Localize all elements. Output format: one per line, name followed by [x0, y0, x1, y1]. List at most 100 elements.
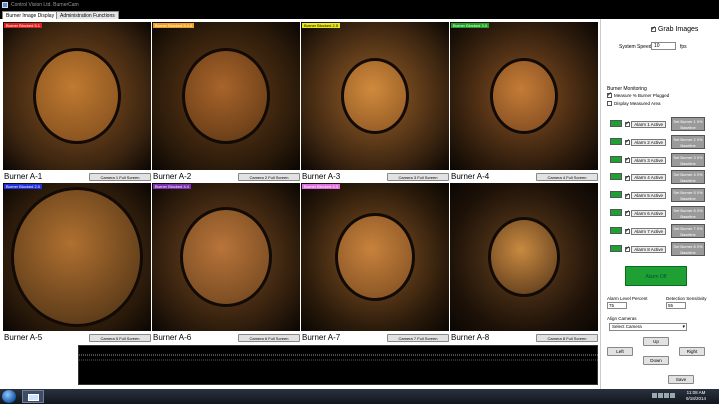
alarm-status-led [610, 155, 622, 163]
alarm-active-checkbox[interactable]: Alarm 3 Active [625, 156, 667, 164]
alarm-active-checkbox[interactable]: Alarm 4 Active [625, 174, 667, 182]
start-button-icon[interactable] [2, 390, 16, 403]
camera-full-screen-button[interactable]: Camera 3 Full Screen [387, 173, 449, 181]
alarm-active-label: Alarm 3 Active [631, 156, 667, 164]
burner-view [488, 217, 560, 297]
camera-feed [301, 22, 449, 170]
app-icon [2, 2, 8, 8]
camera-feed [152, 22, 300, 170]
camera-name-label: Burner A-6 [153, 333, 192, 342]
volume-icon[interactable] [664, 393, 669, 398]
signal-trace [79, 354, 599, 361]
alarm-status-led [610, 120, 622, 127]
alarm-status-led [610, 226, 622, 234]
window-title: Control Vision Ltd. BurnerCam [11, 2, 79, 8]
blocked-status-badge: Burner Blocked 3.0 [451, 23, 490, 28]
set-baseline-button[interactable]: Set Burner 5 0% Baseline [671, 188, 705, 203]
camera-full-screen-button[interactable]: Camera 1 Full Screen [89, 173, 151, 181]
grab-images-check-icon [651, 25, 656, 32]
signal-display [78, 345, 599, 385]
title-bar: Control Vision Ltd. BurnerCam [0, 0, 719, 11]
alarm-row: Alarm 4 Active Set Burner 4 0% Baseline [610, 170, 718, 185]
window-icon [28, 394, 39, 401]
save-button[interactable]: Save [668, 375, 694, 384]
control-panel: Grab Images System Speed 10 fps Burner M… [600, 19, 719, 389]
taskbar: 11:08 AM 9/18/2014 [0, 389, 719, 404]
taskbar-app-button[interactable] [22, 390, 44, 403]
align-right-button[interactable]: Right [679, 347, 705, 356]
camera-full-screen-button[interactable]: Camera 4 Full Screen [536, 173, 598, 181]
alarm-row: Alarm 5 Active Set Burner 5 0% Baseline [610, 188, 718, 203]
alarm-active-label: Alarm 7 Active [631, 227, 667, 235]
system-tray [652, 393, 682, 400]
detection-sensitivity-label: Detection Sensitivity [666, 296, 707, 301]
display-area-checkbox[interactable]: Display Measured Area [607, 101, 661, 107]
network-icon[interactable] [670, 393, 675, 398]
alarm-active-checkbox[interactable]: Alarm 1 Active [625, 120, 667, 128]
alarm-active-checkbox[interactable]: Alarm 2 Active [625, 138, 667, 146]
alarm-status-led [610, 137, 622, 145]
tab-administration-functions[interactable]: Administration Functions [56, 11, 119, 19]
align-up-button[interactable]: Up [643, 337, 669, 346]
grab-images-checkbox[interactable]: Grab Images [651, 25, 699, 33]
system-speed-input[interactable]: 10 [651, 42, 676, 50]
camera-feed [450, 183, 598, 331]
set-baseline-button[interactable]: Set Burner 8 0% Baseline [671, 241, 705, 256]
alarm-active-checkbox[interactable]: Alarm 6 Active [625, 209, 667, 217]
alarm-check-icon [625, 192, 630, 199]
alarm-check-icon [625, 138, 630, 146]
tray-icon[interactable] [658, 393, 663, 398]
set-baseline-button[interactable]: Set Burner 1 0% Baseline [671, 117, 705, 131]
alarm-status-led [610, 209, 622, 216]
set-baseline-button[interactable]: Set Burner 7 0% Baseline [671, 223, 705, 238]
alarm-check-icon [625, 227, 630, 235]
alarm-active-checkbox[interactable]: Alarm 8 Active [625, 245, 667, 253]
alarm-active-label: Alarm 6 Active [631, 210, 667, 217]
camera-name-label: Burner A-5 [4, 333, 43, 342]
alarm-check-icon [625, 120, 630, 128]
alarm-active-checkbox[interactable]: Alarm 7 Active [625, 227, 667, 235]
burner-view [182, 48, 270, 144]
set-baseline-button[interactable]: Set Burner 2 0% Baseline [671, 134, 705, 149]
camera-full-screen-button[interactable]: Camera 6 Full Screen [238, 334, 300, 342]
set-baseline-button[interactable]: Set Burner 3 0% Baseline [671, 152, 705, 167]
tab-burner-image-display[interactable]: Burner Image Display [2, 11, 59, 19]
set-baseline-button[interactable]: Set Burner 4 0% Baseline [671, 170, 705, 185]
camera-select-value: Select Camera [612, 324, 642, 329]
measure-plugged-checkbox[interactable]: Measure % Burner Plugged [607, 91, 670, 99]
camera-select[interactable]: Select Camera ▾ [609, 323, 687, 331]
detection-sensitivity-stepper[interactable]: 55 [666, 302, 686, 309]
alarm-active-checkbox[interactable]: Alarm 5 Active [625, 192, 667, 200]
camera-feed [3, 183, 151, 331]
alarm-row: Alarm 8 Active Set Burner 8 0% Baseline [610, 241, 718, 256]
alarm-row: Alarm 6 Active Set Burner 6 0% Baseline [610, 206, 718, 220]
burner-view [11, 187, 143, 327]
burner-view [490, 58, 558, 134]
alarm-off-button[interactable]: Alarm Off [625, 266, 687, 286]
taskbar-clock[interactable]: 11:08 AM 9/18/2014 [686, 390, 706, 402]
camera-feed [301, 183, 449, 331]
alarm-row: Alarm 7 Active Set Burner 7 0% Baseline [610, 223, 718, 238]
clock-date: 9/18/2014 [686, 396, 707, 401]
tray-icon[interactable] [652, 393, 657, 398]
camera-full-screen-button[interactable]: Camera 7 Full Screen [387, 334, 449, 342]
alarm-status-led [610, 173, 622, 181]
alarm-level-stepper[interactable]: 75 [607, 302, 627, 309]
system-speed-unit: fps [680, 44, 687, 50]
burner-view [180, 207, 272, 307]
camera-full-screen-button[interactable]: Camera 2 Full Screen [238, 173, 300, 181]
alarm-active-label: Alarm 1 Active [631, 121, 667, 128]
camera-name-label: Burner A-3 [302, 172, 341, 181]
system-speed-label: System Speed [619, 44, 652, 50]
camera-full-screen-button[interactable]: Camera 8 Full Screen [536, 334, 598, 342]
measure-plugged-label: Measure % Burner Plugged [614, 93, 670, 98]
display-area-label: Display Measured Area [614, 101, 661, 106]
align-left-button[interactable]: Left [607, 347, 633, 356]
set-baseline-button[interactable]: Set Burner 6 0% Baseline [671, 206, 705, 220]
alarm-active-label: Alarm 8 Active [631, 245, 667, 253]
camera-full-screen-button[interactable]: Camera 5 Full Screen [89, 334, 151, 342]
burner-view [33, 48, 121, 144]
grab-images-label: Grab Images [657, 26, 699, 33]
alarm-check-icon [625, 174, 630, 181]
align-down-button[interactable]: Down [643, 356, 669, 365]
